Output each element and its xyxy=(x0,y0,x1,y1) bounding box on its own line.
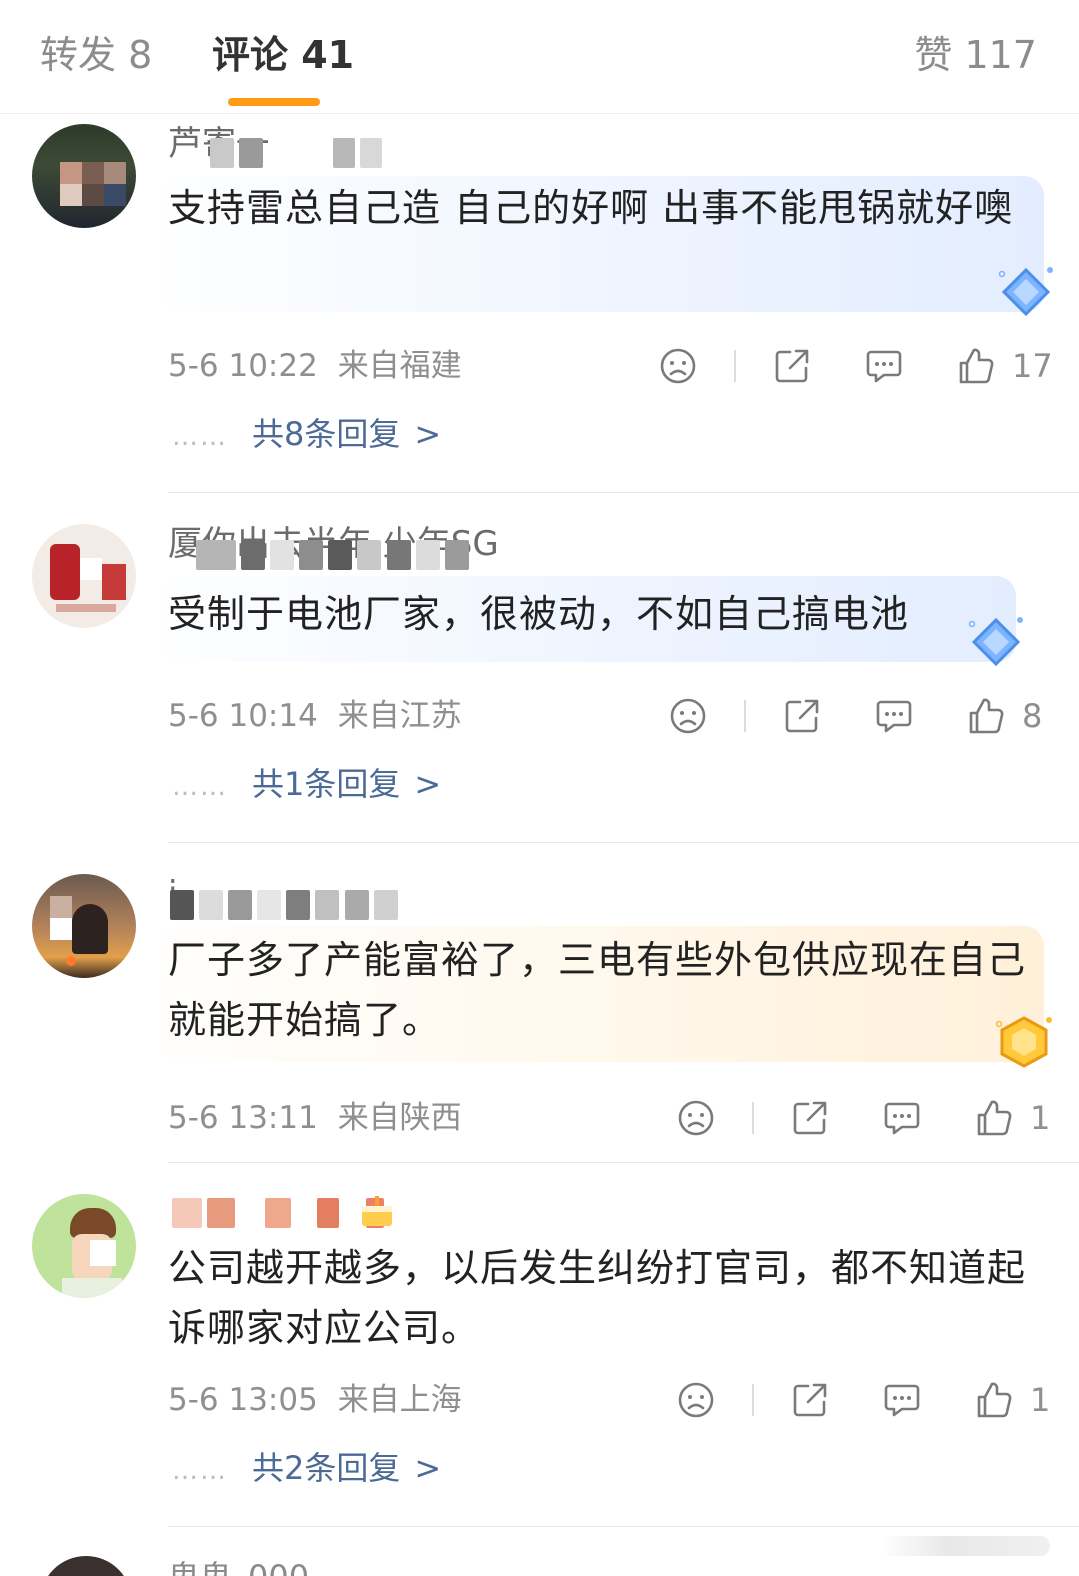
comment-location: 来自陕西 xyxy=(337,1100,462,1136)
username-mosaic xyxy=(196,540,469,570)
tab-comments[interactable]: 评论 41 xyxy=(212,30,354,80)
chevron-right-icon: > xyxy=(414,765,442,803)
username-mosaic xyxy=(210,138,383,168)
comment-text[interactable]: 公司越开越多，以后发生纠纷打官司，都不知道起诉哪家对应公司。 xyxy=(168,1238,1048,1358)
comment-actions: 17 xyxy=(656,344,1056,388)
avatar[interactable] xyxy=(32,124,136,228)
comment-meta: 5-6 10:22 来自福建 xyxy=(168,346,462,386)
comment-meta: 5-6 13:05 来自上海 xyxy=(168,1380,462,1420)
sad-face-icon[interactable] xyxy=(674,1378,718,1422)
tab-likes[interactable]: 赞 117 xyxy=(914,30,1037,80)
username-mosaic xyxy=(170,890,398,920)
comment-icon[interactable] xyxy=(880,1378,924,1422)
chevron-right-icon: > xyxy=(414,1449,442,1487)
comment-icon[interactable] xyxy=(872,694,916,738)
active-tab-indicator xyxy=(228,98,320,106)
tab-reposts[interactable]: 转发 8 xyxy=(40,30,152,80)
avatar[interactable] xyxy=(40,1556,132,1576)
comment-location: 来自上海 xyxy=(337,1382,462,1418)
avatar[interactable] xyxy=(32,1194,136,1298)
comment-time: 5-6 10:14 xyxy=(168,698,318,734)
comment-actions: 8 xyxy=(666,694,1056,738)
sad-face-icon[interactable] xyxy=(674,1096,718,1140)
comment-actions: 1 xyxy=(674,1096,1056,1140)
comment-tabs: 转发 8 评论 41 赞 117 xyxy=(0,0,1079,114)
comment-time: 5-6 13:05 xyxy=(168,1382,318,1418)
thumbs-up-icon[interactable] xyxy=(972,1096,1016,1140)
share-icon[interactable] xyxy=(770,344,814,388)
avatar[interactable] xyxy=(32,874,136,978)
like-count: 1 xyxy=(1030,1099,1051,1137)
comment-meta: 5-6 13:11 来自陕西 xyxy=(168,1098,462,1138)
username-mosaic xyxy=(172,1198,384,1228)
comment-divider xyxy=(168,842,1079,843)
share-icon[interactable] xyxy=(788,1378,832,1422)
comment-divider xyxy=(168,1162,1079,1163)
thumbs-up-icon[interactable] xyxy=(954,344,998,388)
comment-location: 来自福建 xyxy=(337,348,462,384)
comment-meta: 5-6 10:14 来自江苏 xyxy=(168,696,462,736)
gold-badge-icon xyxy=(995,1016,1052,1068)
comment-text[interactable]: 厂子多了产能富裕了，三电有些外包供应现在自己就能开始搞了。 xyxy=(168,930,1048,1050)
dots-decoration: …… xyxy=(172,422,228,452)
comment-time: 5-6 10:22 xyxy=(168,348,318,384)
action-separator xyxy=(734,350,736,382)
thumbs-up-icon[interactable] xyxy=(972,1378,1016,1422)
comment-divider xyxy=(168,492,1079,493)
username[interactable]: 鬼鬼_000 xyxy=(168,1552,309,1576)
diamond-badge-icon xyxy=(968,617,1023,667)
share-icon[interactable] xyxy=(788,1096,832,1140)
share-icon[interactable] xyxy=(780,694,824,738)
dots-decoration: …… xyxy=(172,772,228,802)
replies-count: 共1条回复 xyxy=(252,765,401,803)
action-separator xyxy=(752,1384,754,1416)
comment-divider xyxy=(168,1526,1079,1527)
diamond-badge-icon xyxy=(998,267,1053,317)
like-count: 8 xyxy=(1022,697,1043,735)
view-replies-link[interactable]: …… 共8条回复 > xyxy=(172,414,441,457)
comment-icon[interactable] xyxy=(862,344,906,388)
watermark-decoration xyxy=(880,1536,1050,1556)
thumbs-up-icon[interactable] xyxy=(964,694,1008,738)
like-count: 17 xyxy=(1012,347,1053,385)
avatar[interactable] xyxy=(32,524,136,628)
action-separator xyxy=(752,1102,754,1134)
comment-text[interactable]: 支持雷总自己造 自己的好啊 出事不能甩锅就好噢 xyxy=(168,178,1048,238)
action-separator xyxy=(744,700,746,732)
like-count: 1 xyxy=(1030,1381,1051,1419)
view-replies-link[interactable]: …… 共1条回复 > xyxy=(172,764,441,807)
comment-actions: 1 xyxy=(674,1378,1056,1422)
comment-location: 来自江苏 xyxy=(337,698,462,734)
view-replies-link[interactable]: …… 共2条回复 > xyxy=(172,1448,441,1491)
sad-face-icon[interactable] xyxy=(666,694,710,738)
sad-face-icon[interactable] xyxy=(656,344,700,388)
comment-icon[interactable] xyxy=(880,1096,924,1140)
chevron-right-icon: > xyxy=(414,415,442,453)
comment-time: 5-6 13:11 xyxy=(168,1100,318,1136)
replies-count: 共8条回复 xyxy=(252,415,401,453)
replies-count: 共2条回复 xyxy=(252,1449,401,1487)
dots-decoration: …… xyxy=(172,1456,228,1486)
comment-text[interactable]: 受制于电池厂家，很被动，不如自己搞电池 xyxy=(168,584,1048,644)
cake-icon xyxy=(358,1192,396,1230)
